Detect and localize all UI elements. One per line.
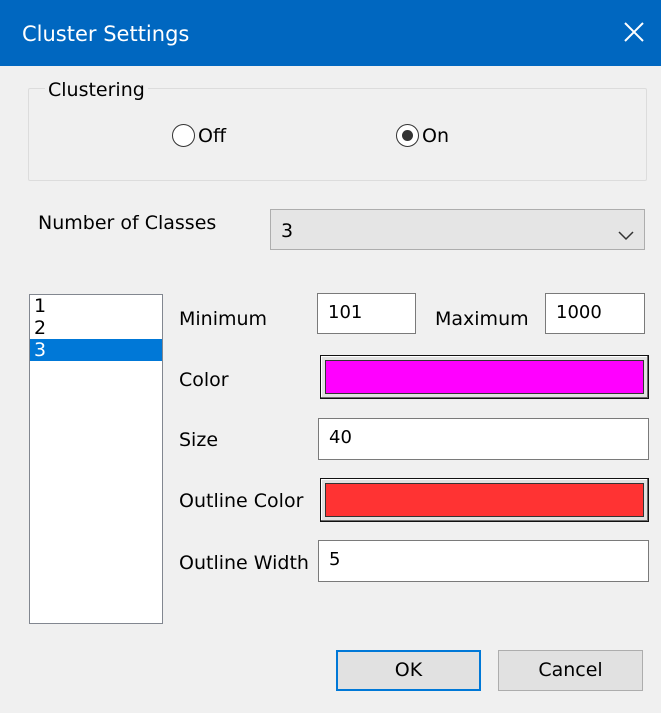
size-input[interactable]: 40 <box>318 418 649 460</box>
clustering-legend: Clustering <box>45 79 148 101</box>
minimum-label: Minimum <box>179 308 268 330</box>
class-list-item[interactable]: 1 <box>30 295 162 317</box>
class-list[interactable]: 1 2 3 <box>29 294 163 624</box>
class-list-item[interactable]: 2 <box>30 317 162 339</box>
clustering-group <box>28 88 647 181</box>
outline-color-picker-button[interactable] <box>320 478 649 522</box>
cancel-button[interactable]: Cancel <box>498 650 643 691</box>
size-label: Size <box>179 429 219 451</box>
number-of-classes-select[interactable]: 3 <box>270 209 645 250</box>
outline-color-label: Outline Color <box>179 490 304 512</box>
close-icon[interactable] <box>618 16 650 48</box>
color-picker-button[interactable] <box>320 355 649 399</box>
number-of-classes-value: 3 <box>281 220 294 242</box>
maximum-input[interactable]: 1000 <box>545 293 645 334</box>
minimum-input[interactable]: 101 <box>317 293 416 334</box>
chevron-down-icon <box>618 224 634 241</box>
clustering-off-radio[interactable]: Off <box>172 124 226 147</box>
clustering-on-radio[interactable]: On <box>396 124 449 147</box>
clustering-on-label: On <box>422 124 449 147</box>
radio-checked-icon <box>396 124 419 147</box>
clustering-off-label: Off <box>198 124 227 147</box>
class-list-item-selected[interactable]: 3 <box>30 339 162 361</box>
radio-unchecked-icon <box>172 124 195 147</box>
color-swatch <box>325 360 644 394</box>
ok-button[interactable]: OK <box>336 650 481 691</box>
title-bar: Cluster Settings <box>0 0 661 66</box>
outline-width-label: Outline Width <box>179 552 309 574</box>
outline-color-swatch <box>325 483 644 517</box>
window-title: Cluster Settings <box>22 22 190 46</box>
maximum-label: Maximum <box>435 308 529 330</box>
number-of-classes-label: Number of Classes <box>38 212 217 234</box>
outline-width-input[interactable]: 5 <box>318 540 649 582</box>
color-label: Color <box>179 369 229 391</box>
